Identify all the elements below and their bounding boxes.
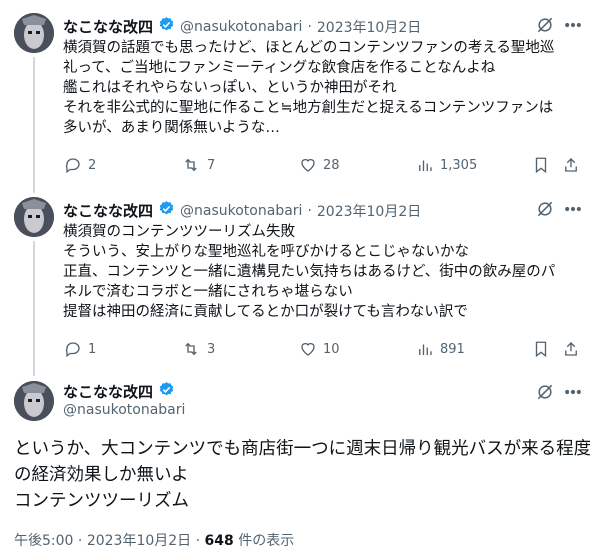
repost-icon xyxy=(185,342,197,356)
reply-button[interactable]: 2 xyxy=(64,156,96,174)
author-handle[interactable]: @nasukotonabari xyxy=(180,19,302,35)
thread-line xyxy=(33,57,35,193)
more-icon[interactable] xyxy=(563,382,583,406)
like-icon xyxy=(301,158,315,172)
share-icon[interactable] xyxy=(562,156,580,178)
separator: · xyxy=(307,18,312,35)
like-icon xyxy=(301,342,315,356)
avatar[interactable] xyxy=(14,197,54,237)
avatar[interactable] xyxy=(14,13,54,53)
tweet-metadata: 午後5:00 · 2023年10月2日 · 648 件の表示 xyxy=(14,530,294,550)
author-handle[interactable]: @nasukotonabari xyxy=(180,203,302,219)
grok-icon[interactable] xyxy=(535,199,555,223)
like-button[interactable]: 10 xyxy=(299,340,340,358)
tweet-header: なこなな改四 @nasukotonabari · 2023年10月2日 xyxy=(63,200,421,221)
reply-button[interactable]: 1 xyxy=(64,340,96,358)
avatar[interactable] xyxy=(14,381,54,421)
separator: · xyxy=(77,533,83,549)
tweet-header: なこなな改四 @nasukotonabari · 2023年10月2日 xyxy=(63,16,421,37)
verified-badge-icon xyxy=(158,381,175,402)
views-button[interactable]: 891 xyxy=(416,340,465,358)
tweet-time[interactable]: 午後5:00 xyxy=(14,533,73,549)
tweet-date[interactable]: 2023年10月2日 xyxy=(317,17,421,37)
author-name[interactable]: なこなな改四 xyxy=(63,200,153,221)
views-button[interactable]: 1,305 xyxy=(416,156,477,174)
views-label: 件の表示 xyxy=(238,533,295,549)
separator: · xyxy=(307,202,312,219)
author-name[interactable]: なこなな改四 xyxy=(63,381,153,402)
views-icon xyxy=(419,160,432,171)
main-tweet-header: なこなな改四 xyxy=(63,381,175,402)
grok-icon[interactable] xyxy=(535,382,555,406)
grok-icon[interactable] xyxy=(535,15,555,39)
reply-icon xyxy=(65,158,80,174)
separator: · xyxy=(195,533,201,549)
tweet-date[interactable]: 2023年10月2日 xyxy=(317,201,421,221)
bookmark-icon[interactable] xyxy=(532,340,550,362)
main-tweet-text: というか、大コンテンツでも商店街一つに週末日帰り観光バスが来る程度 の経済効果し… xyxy=(14,439,590,511)
repost-button[interactable]: 7 xyxy=(181,156,215,174)
reply-icon xyxy=(65,342,80,358)
bookmark-icon[interactable] xyxy=(532,156,550,178)
views-icon xyxy=(419,344,432,355)
tweet-text: 横須賀の話題でも思ったけど、ほとんどのコンテンツファンの考える聖地巡 礼って、ご… xyxy=(63,40,555,136)
views-count: 648 xyxy=(204,533,234,549)
thread-line xyxy=(33,241,35,376)
repost-icon xyxy=(185,158,197,172)
author-handle[interactable]: @nasukotonabari xyxy=(63,402,185,418)
repost-button[interactable]: 3 xyxy=(181,340,215,358)
like-button[interactable]: 28 xyxy=(299,156,340,174)
verified-badge-icon xyxy=(158,16,175,37)
verified-badge-icon xyxy=(158,200,175,221)
tweet-date[interactable]: 2023年10月2日 xyxy=(87,533,191,549)
tweet-text: 横須賀のコンテンツツーリズム失敗 そういう、安上がりな聖地巡礼を呼びかけるとこじ… xyxy=(63,224,556,320)
more-icon[interactable] xyxy=(563,15,583,39)
share-icon[interactable] xyxy=(562,340,580,362)
more-icon[interactable] xyxy=(563,199,583,223)
author-name[interactable]: なこなな改四 xyxy=(63,16,153,37)
